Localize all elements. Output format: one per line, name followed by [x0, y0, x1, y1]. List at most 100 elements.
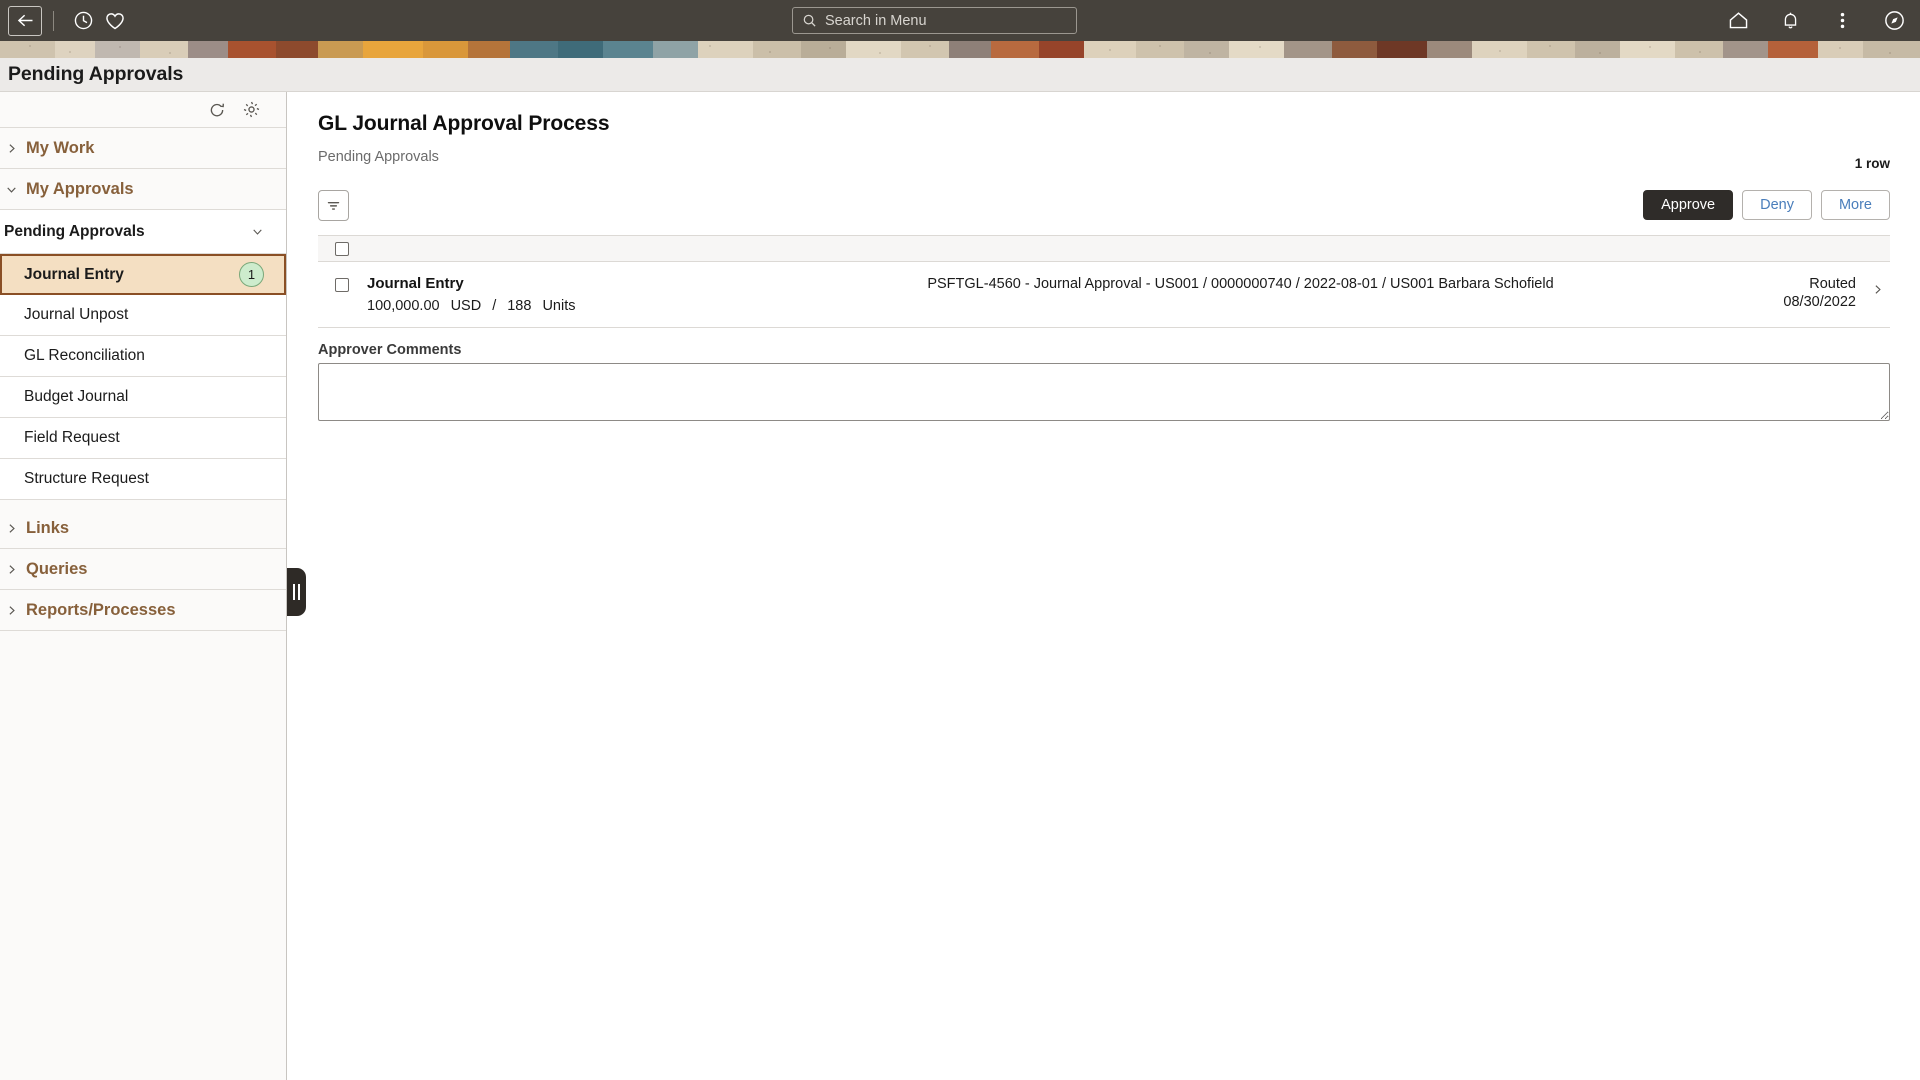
row-quantity: 188	[507, 298, 531, 314]
heart-icon	[104, 10, 126, 32]
sidebar-item-structure-request[interactable]: Structure Request	[0, 459, 286, 500]
top-navigation-bar	[0, 0, 1920, 41]
main-heading: GL Journal Approval Process	[288, 92, 1920, 136]
approver-comments-section: Approver Comments	[318, 342, 1890, 421]
sidebar-settings-button[interactable]	[242, 100, 261, 119]
chevron-right-icon	[5, 604, 18, 617]
more-button[interactable]: More	[1821, 190, 1890, 220]
home-icon	[1727, 9, 1750, 32]
filter-button[interactable]	[318, 190, 349, 221]
search-box[interactable]	[792, 7, 1077, 34]
sidebar-subheader-pending-approvals[interactable]: Pending Approvals	[0, 210, 286, 254]
row-title: Journal Entry	[367, 275, 767, 292]
row-separator: /	[492, 298, 496, 314]
sidebar-item-label: Journal Unpost	[24, 306, 128, 324]
sidebar-subheader-label: Pending Approvals	[4, 223, 145, 241]
sidebar-item-label: Journal Entry	[24, 266, 124, 284]
gear-icon	[242, 100, 261, 119]
sidebar-section-links[interactable]: Links	[0, 508, 286, 549]
row-status: Routed	[1714, 275, 1856, 293]
back-button[interactable]	[8, 6, 42, 36]
row-amount-line: 100,000.00 USD / 188 Units	[367, 298, 767, 314]
bell-icon	[1780, 10, 1801, 31]
sidebar-section-label: Queries	[26, 560, 87, 579]
row-detail-button[interactable]	[1864, 275, 1890, 296]
chevron-down-icon	[5, 183, 18, 196]
approval-actions: Approve Deny More	[1643, 190, 1890, 220]
collapse-bar-right	[298, 584, 300, 600]
sidebar-item-budget-journal[interactable]: Budget Journal	[0, 377, 286, 418]
row-amount: 100,000.00	[367, 298, 440, 314]
menu-search[interactable]	[792, 7, 1077, 34]
banner-texture-icon	[0, 41, 1920, 58]
table-header-row	[318, 236, 1890, 262]
sidebar-item-label: GL Reconciliation	[24, 347, 145, 365]
sidebar-collapse-handle[interactable]	[287, 568, 306, 616]
search-icon	[802, 13, 817, 28]
row-select-checkbox[interactable]	[335, 278, 349, 292]
approve-button[interactable]: Approve	[1643, 190, 1733, 220]
row-unit: Units	[542, 298, 575, 314]
chevron-down-icon	[251, 225, 264, 238]
sidebar-section-label: Links	[26, 519, 69, 538]
sidebar-section-my-work[interactable]: My Work	[0, 128, 286, 169]
topbar-divider	[53, 11, 54, 31]
sidebar-item-label: Budget Journal	[24, 388, 128, 406]
topbar-right-group	[1722, 0, 1910, 41]
refresh-icon	[208, 101, 226, 119]
recent-history-button[interactable]	[67, 5, 99, 37]
approvals-table: Journal Entry 100,000.00 USD / 188 Units…	[318, 235, 1890, 328]
approver-comments-label: Approver Comments	[318, 342, 1890, 358]
main-content: GL Journal Approval Process Pending Appr…	[288, 92, 1920, 1080]
refresh-button[interactable]	[208, 101, 226, 119]
table-row[interactable]: Journal Entry 100,000.00 USD / 188 Units…	[318, 262, 1890, 328]
sidebar-item-label: Field Request	[24, 429, 120, 447]
row-count-label: 1 row	[1855, 156, 1890, 171]
deny-button[interactable]: Deny	[1742, 190, 1812, 220]
back-arrow-icon	[15, 10, 36, 31]
sidebar-spacer	[0, 500, 286, 508]
sidebar-item-label: Structure Request	[24, 470, 149, 488]
content-toolbar: Approve Deny More	[318, 189, 1890, 221]
row-description: PSFTGL-4560 - Journal Approval - US001 /…	[767, 275, 1714, 292]
chevron-right-icon	[5, 142, 18, 155]
row-date: 08/30/2022	[1714, 293, 1856, 311]
pending-count-badge: 1	[239, 262, 264, 287]
chevron-right-icon	[1871, 283, 1884, 296]
page-title: Pending Approvals	[0, 63, 183, 86]
clock-icon	[73, 10, 94, 31]
page-header: Pending Approvals	[0, 58, 1920, 92]
row-status-cell: Routed 08/30/2022	[1714, 275, 1864, 311]
search-input[interactable]	[825, 13, 1055, 29]
sidebar-item-gl-reconciliation[interactable]: GL Reconciliation	[0, 336, 286, 377]
three-dot-menu-icon	[1840, 10, 1845, 31]
actions-menu-button[interactable]	[1826, 5, 1858, 37]
navigator-button[interactable]	[1878, 5, 1910, 37]
topbar-left-group	[0, 5, 131, 37]
sidebar-section-label: My Approvals	[26, 180, 134, 199]
sidebar-section-label: My Work	[26, 139, 94, 158]
sidebar-toolbar	[0, 92, 286, 128]
home-button[interactable]	[1722, 5, 1754, 37]
notifications-button[interactable]	[1774, 5, 1806, 37]
sidebar-item-journal-unpost[interactable]: Journal Unpost	[0, 295, 286, 336]
sidebar-item-journal-entry[interactable]: Journal Entry 1	[0, 254, 286, 295]
sidebar-section-my-approvals[interactable]: My Approvals	[0, 169, 286, 210]
compass-icon	[1883, 9, 1906, 32]
sidebar-section-queries[interactable]: Queries	[0, 549, 286, 590]
row-currency: USD	[451, 298, 482, 314]
sidebar-section-reports-processes[interactable]: Reports/Processes	[0, 590, 286, 631]
decorative-banner	[0, 41, 1920, 58]
select-all-checkbox[interactable]	[335, 242, 349, 256]
sidebar-section-label: Reports/Processes	[26, 601, 176, 620]
main-subheading: Pending Approvals	[288, 136, 1920, 165]
favorites-button[interactable]	[99, 5, 131, 37]
row-primary-cell: Journal Entry 100,000.00 USD / 188 Units	[367, 275, 767, 314]
approver-comments-input[interactable]	[318, 363, 1890, 421]
filter-icon	[325, 197, 342, 214]
sidebar: My Work My Approvals Pending Approvals J…	[0, 92, 287, 1080]
chevron-right-icon	[5, 522, 18, 535]
sidebar-item-field-request[interactable]: Field Request	[0, 418, 286, 459]
chevron-right-icon	[5, 563, 18, 576]
collapse-bar-left	[293, 584, 295, 600]
